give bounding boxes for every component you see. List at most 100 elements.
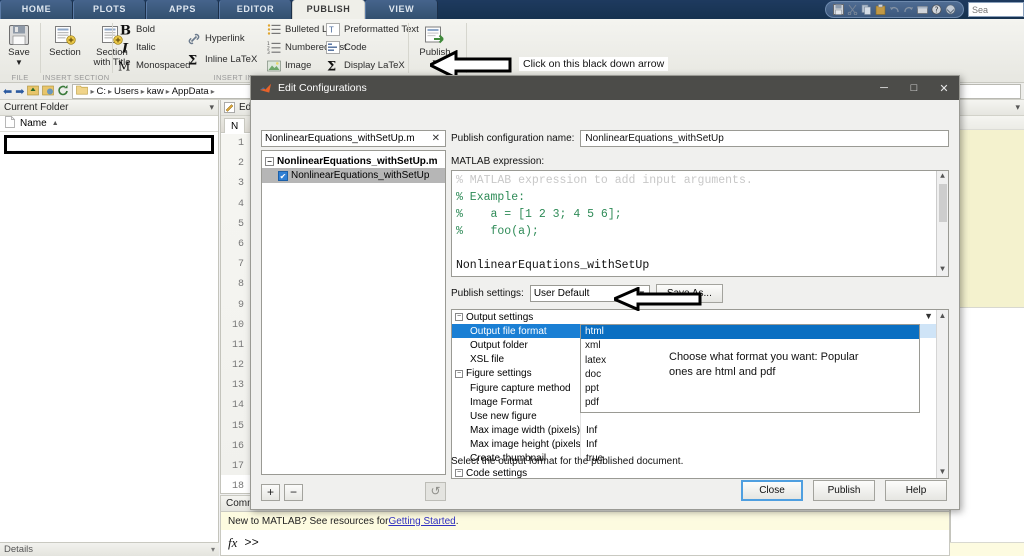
undo-icon[interactable] [889, 4, 900, 15]
tab-publish[interactable]: PUBLISH [292, 0, 365, 19]
settings-row-label: XSL file [470, 354, 505, 366]
dropdown-option-ppt[interactable]: ppt [581, 382, 919, 396]
close-button[interactable]: Close [741, 480, 803, 501]
switch-window-icon[interactable] [917, 4, 928, 15]
settings-group-code[interactable]: − Code settings [452, 466, 948, 478]
save-icon[interactable] [833, 4, 844, 15]
search-input[interactable]: Sea [968, 2, 1024, 17]
svg-text:M: M [118, 60, 130, 74]
group-expander-icon[interactable]: − [455, 369, 463, 378]
save-button[interactable]: Save ▼ [0, 22, 42, 67]
tree-checkbox[interactable]: ✔ [278, 170, 288, 181]
display-latex-button[interactable]: Σ Display LaTeX [325, 57, 405, 74]
redo-icon[interactable] [903, 4, 914, 15]
tab-plots[interactable]: PLOTS [73, 0, 146, 19]
scrollbar-thumb[interactable] [939, 184, 947, 222]
settings-row-max-image-height[interactable]: Max image height (pixels) Inf [452, 437, 948, 452]
settings-group-output[interactable]: − Output settings [452, 310, 948, 324]
line-number: 8 [237, 279, 244, 291]
settings-row-max-image-width[interactable]: Max image width (pixels) Inf [452, 423, 948, 438]
line-number: 6 [237, 238, 244, 250]
details-expand-icon[interactable]: ▾ [211, 545, 215, 554]
settings-row-value[interactable]: Inf [580, 423, 948, 438]
settings-row-value[interactable]: Inf [580, 437, 948, 452]
tab-apps[interactable]: APPS [146, 0, 219, 19]
save-dropdown-caret[interactable]: ▼ [0, 59, 42, 67]
output-format-dropdown-list[interactable]: html xml latex doc ppt pdf Choose what f… [580, 324, 920, 414]
refresh-icon[interactable] [57, 84, 69, 99]
getting-started-link[interactable]: Getting Started [388, 516, 455, 527]
scroll-down-icon[interactable]: ▼ [937, 264, 948, 276]
expression-line [456, 240, 948, 257]
clear-filter-icon[interactable]: ✕ [430, 133, 442, 144]
browse-folder-icon[interactable] [42, 84, 55, 99]
line-number: 12 [231, 360, 244, 372]
hyperlink-button[interactable]: Hyperlink [186, 30, 245, 47]
current-folder-selection-highlight[interactable] [4, 135, 214, 154]
italic-button[interactable]: I Italic [117, 39, 156, 56]
tree-node-child[interactable]: ✔ NonlinearEquations_withSetUp [262, 168, 445, 183]
group-expander-icon[interactable]: − [455, 469, 463, 478]
scroll-down-icon[interactable]: ▼ [937, 466, 948, 478]
help-button[interactable]: Help [885, 480, 947, 501]
dialog-window-buttons: ─ □ ✕ [869, 76, 959, 100]
insert-section-button[interactable]: Section [42, 22, 88, 58]
column-header-name[interactable]: Name [20, 118, 47, 129]
expression-scrollbar[interactable]: ▲ ▼ [936, 171, 948, 276]
monospaced-button[interactable]: M Monospaced [117, 57, 191, 74]
publish-config-name-input[interactable]: NonlinearEquations_withSetUp [580, 130, 949, 147]
scroll-up-icon[interactable]: ▲ [937, 171, 948, 183]
line-number: 7 [237, 259, 244, 271]
tree-node-root[interactable]: − NonlinearEquations_withSetUp.m [262, 154, 445, 168]
settings-grid-scrollbar[interactable]: ▲ ▼ [936, 310, 948, 478]
up-folder-icon[interactable] [27, 84, 40, 99]
breadcrumb-appdata[interactable]: AppData [172, 86, 209, 97]
config-filter-input[interactable]: NonlinearEquations_withSetUp.m ✕ [261, 130, 446, 147]
matlab-expression-textarea[interactable]: % MATLAB expression to add input argumen… [451, 170, 949, 277]
community-icon[interactable] [945, 4, 956, 15]
back-arrow-icon[interactable]: ⬅ [3, 85, 12, 98]
publish-button[interactable]: Publish [813, 480, 875, 501]
editor-file-tab[interactable]: N [224, 118, 246, 133]
copy-icon[interactable] [861, 4, 872, 15]
panel-options-icon[interactable]: ▾ [1015, 102, 1020, 113]
minimize-button[interactable]: ─ [869, 76, 899, 100]
command-window-prompt-row[interactable]: fx >> [220, 530, 950, 556]
fx-icon[interactable]: fx [228, 535, 237, 551]
group-expander-icon[interactable]: − [455, 313, 463, 322]
breadcrumb-users[interactable]: Users [114, 86, 139, 97]
group-label-file: FILE [11, 73, 29, 82]
preformatted-text-button[interactable]: T Preformatted Text [325, 21, 419, 38]
bold-button[interactable]: B Bold [117, 21, 156, 38]
group-label-insert-section: INSERT SECTION [42, 73, 110, 82]
breadcrumb-c[interactable]: C: [96, 86, 106, 97]
line-number: 14 [231, 400, 244, 412]
ribbon-group-file: Save ▼ FILE [0, 19, 40, 83]
panel-options-icon[interactable]: ▾ [209, 102, 214, 113]
help-icon[interactable]: ? [931, 4, 942, 15]
breadcrumb-kaw[interactable]: kaw [147, 86, 164, 97]
cut-icon[interactable] [847, 4, 858, 15]
scroll-up-icon[interactable]: ▲ [937, 310, 948, 322]
tab-view[interactable]: VIEW [365, 0, 438, 19]
paste-icon[interactable] [875, 4, 886, 15]
maximize-button[interactable]: □ [899, 76, 929, 100]
line-number: 16 [231, 440, 244, 452]
tree-expander-icon[interactable]: − [265, 156, 274, 166]
annotation-format-note: Choose what format you want: Popular one… [669, 350, 899, 380]
add-configuration-button[interactable]: + [261, 484, 280, 501]
image-button[interactable]: Image [266, 57, 311, 74]
tab-editor[interactable]: EDITOR [219, 0, 292, 19]
code-button[interactable]: Code [325, 39, 367, 56]
matlab-window: HOME PLOTS APPS EDITOR PUBLISH VIEW ? Se… [0, 0, 1024, 556]
close-button[interactable]: ✕ [929, 76, 959, 100]
chevron-down-icon[interactable]: ▼ [924, 311, 933, 321]
remove-configuration-button[interactable]: − [284, 484, 303, 501]
inline-latex-button[interactable]: Σ Inline LaTeX [186, 51, 258, 68]
dropdown-option-html[interactable]: html [581, 325, 919, 340]
dropdown-option-pdf[interactable]: pdf [581, 396, 919, 410]
tab-home[interactable]: HOME [0, 0, 73, 19]
bold-icon: B [117, 22, 132, 38]
forward-arrow-icon[interactable]: ➡ [15, 85, 24, 98]
undo-button[interactable]: ↺ [425, 482, 446, 501]
